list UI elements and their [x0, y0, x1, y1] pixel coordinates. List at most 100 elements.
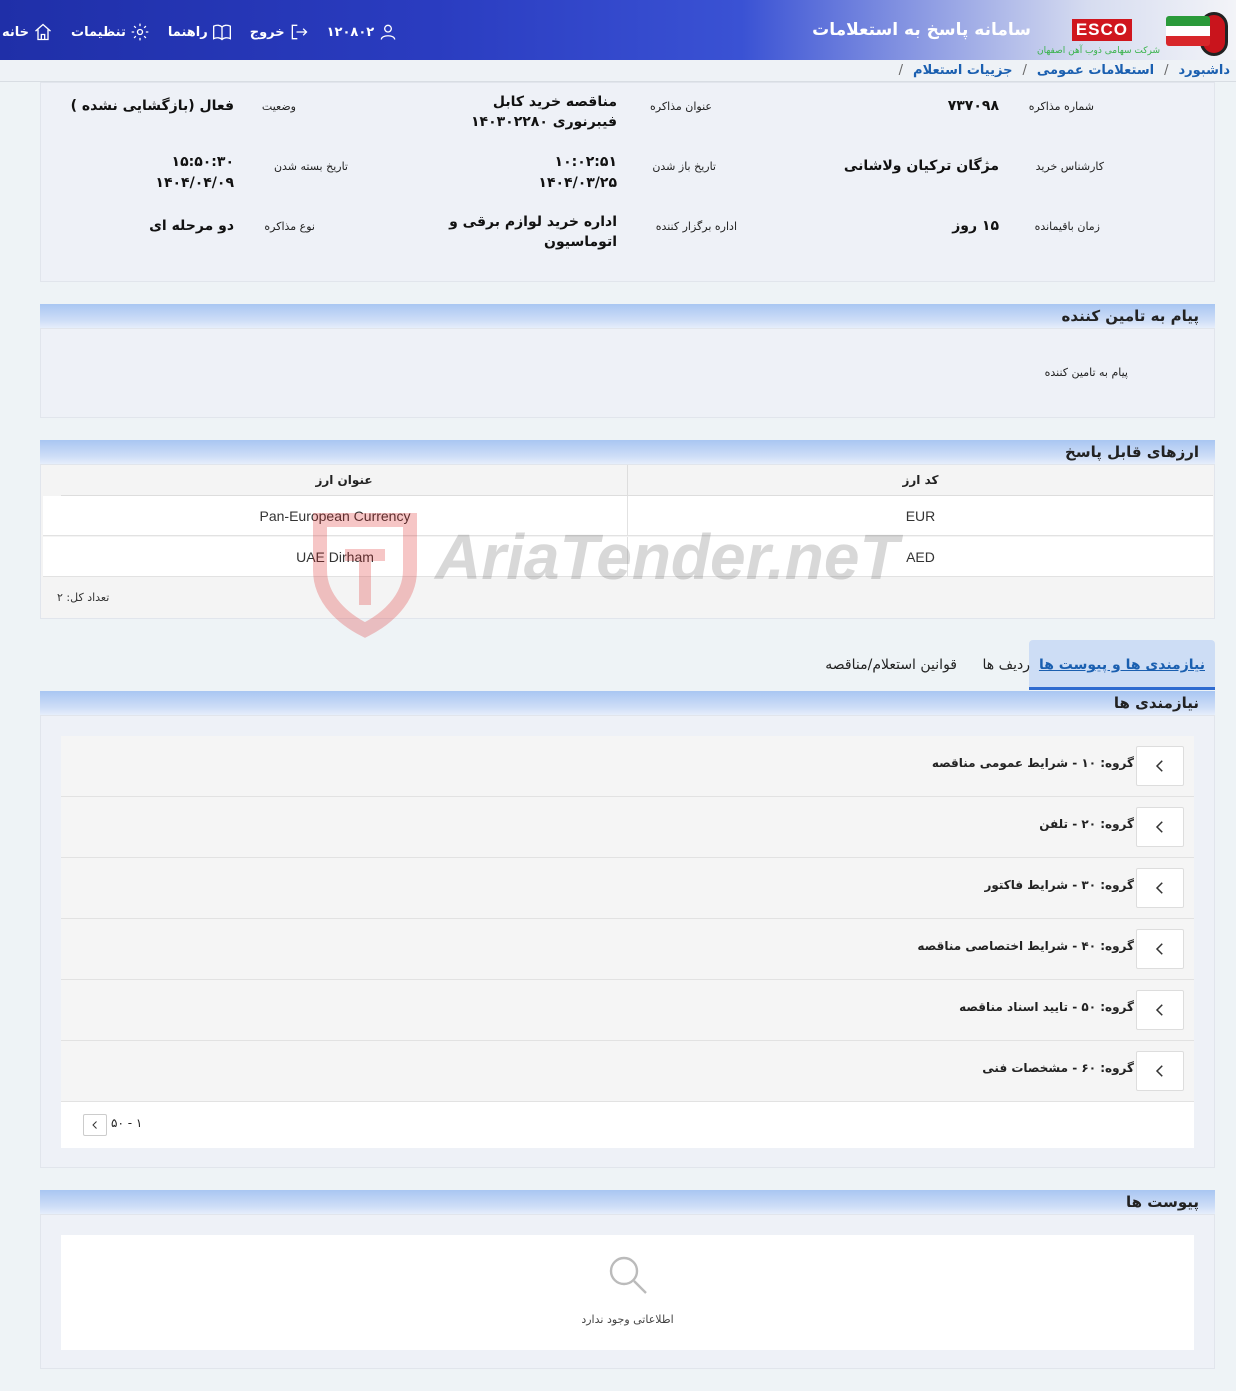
needs-section-title: نیازمندی ها [40, 691, 1215, 715]
group-label: گروه: ۴۰ - شرایط اختصاصی مناقصه [917, 939, 1134, 953]
group-label: گروه: ۶۰ - مشخصات فنی [982, 1061, 1134, 1075]
chevron-left-icon [1155, 882, 1163, 894]
tab-needs-attachments[interactable]: نیازمندی ها و پیوست ها [1028, 640, 1215, 690]
status-badge: فعال (بازگشایی نشده ) [70, 98, 234, 114]
user-icon [380, 24, 396, 40]
chevron-left-icon [1155, 1004, 1163, 1016]
system-title: سامانه پاسخ به استعلامات [812, 20, 1031, 40]
title-label: عنوان مذاکره [650, 100, 712, 113]
attachments-empty-state: اطلاعاتی وجود ندارد [61, 1235, 1194, 1350]
pager-next-button[interactable] [83, 1114, 107, 1136]
tab-rows[interactable]: ردیف ها [983, 640, 1030, 690]
list-item[interactable]: گروه: ۶۰ - مشخصات فنی [61, 1041, 1194, 1102]
nav-guide-label: راهنما [167, 24, 208, 40]
brand-subtitle: شرکت سهامی ذوب آهن اصفهان [1037, 46, 1160, 56]
breadcrumb-separator: / [1164, 63, 1169, 78]
negotiation-type: دو مرحله ای [149, 218, 234, 234]
buyer: مژگان ترکیان ولاشانی [843, 158, 999, 174]
needs-panel: گروه: ۱۰ - شرایط عمومی مناقصه گروه: ۲۰ -… [40, 715, 1215, 1168]
organizer-label: اداره برگزار کننده [655, 220, 737, 233]
currencies-panel: کد ارز عنوان ارز EUR Pan-European Curren… [40, 464, 1215, 619]
pager-range: ۱ - ۵۰ [111, 1116, 143, 1130]
home-icon [35, 23, 51, 41]
currency-code: AED [906, 549, 935, 565]
user-id: ۱۲۰۸۰۲ [326, 24, 375, 40]
breadcrumb: داشبورد / استعلامات عمومی / جزییات استعل… [0, 60, 1236, 82]
group-label: گروه: ۵۰ - تایید اسناد مناقصه [959, 1000, 1134, 1014]
close-date: ۱۴۰۴/۰۴/۰۹ [155, 175, 234, 191]
top-bar: ESCO شرکت سهامی ذوب آهن اصفهان سامانه پا… [0, 0, 1236, 60]
list-item[interactable]: گروه: ۴۰ - شرایط اختصاصی مناقصه [61, 919, 1194, 980]
breadcrumb-separator: / [1022, 63, 1027, 78]
col-header-code[interactable]: کد ارز [628, 465, 1213, 495]
nav-user[interactable]: ۱۲۰۸۰۲ [327, 22, 399, 42]
list-item[interactable]: گروه: ۲۰ - تلفن [61, 797, 1194, 858]
tab-rules[interactable]: قوانین استعلام/مناقصه [825, 640, 957, 690]
currency-code: EUR [905, 508, 936, 524]
open-date: ۱۴۰۴/۰۳/۲۵ [538, 175, 617, 191]
close-date-label: تاریخ بسته شدن [273, 160, 348, 173]
total-count: تعداد کل: ۲ [57, 591, 110, 604]
chevron-left-icon [92, 1121, 97, 1129]
nav-logout-label: خروج [249, 24, 285, 40]
table-row[interactable]: AED UAE Dirham [43, 537, 1213, 577]
list-item[interactable]: گروه: ۱۰ - شرایط عمومی مناقصه [61, 736, 1194, 797]
negotiation-number-label: شماره مذاکره [1028, 100, 1094, 113]
col-header-name[interactable]: عنوان ارز [61, 465, 628, 495]
open-time: ۱۰:۰۲:۵۱ [554, 154, 617, 170]
brand-short: ESCO [1071, 19, 1132, 41]
buyer-label: کارشناس خرید [1035, 160, 1104, 173]
group-label: گروه: ۲۰ - تلفن [1039, 817, 1134, 831]
search-icon [606, 1253, 650, 1297]
remaining-time: ۱۵ روز [952, 218, 999, 234]
empty-message: اطلاعاتی وجود ندارد [581, 1313, 674, 1326]
nav-home-label: خانه [2, 24, 30, 40]
expand-button[interactable] [1136, 1051, 1184, 1091]
breadcrumb-dashboard[interactable]: داشبورد [1178, 63, 1230, 78]
currency-name: UAE Dirham [43, 537, 628, 576]
breadcrumb-separator: / [898, 63, 904, 78]
chevron-left-icon [1155, 760, 1163, 772]
pager: ۱ - ۵۰ [61, 1102, 1194, 1148]
expand-button[interactable] [1136, 807, 1184, 847]
organizer: اداره خرید لوازم برقی و اتوماسیون [449, 214, 617, 250]
expand-button[interactable] [1136, 746, 1184, 786]
remaining-label: زمان باقیمانده [1034, 220, 1100, 233]
nav-settings[interactable]: تنظیمات [71, 22, 150, 42]
open-date-label: تاریخ باز شدن [652, 160, 716, 173]
negotiation-title: مناقصه خرید کابل فیبرنوری ۱۴۰۳۰۲۲۸۰ [470, 94, 617, 130]
list-item[interactable]: گروه: ۵۰ - تایید اسناد مناقصه [61, 980, 1194, 1041]
breadcrumb-inquiry-details[interactable]: جزییات استعلام [913, 63, 1012, 78]
gear-icon [131, 23, 149, 41]
chevron-left-icon [1155, 943, 1163, 955]
chevron-left-icon [1155, 1065, 1163, 1077]
nav-settings-label: تنظیمات [71, 24, 126, 40]
nav-guide[interactable]: راهنما [168, 22, 232, 42]
expand-button[interactable] [1136, 868, 1184, 908]
nav-logout[interactable]: خروج [250, 22, 309, 42]
message-section-title: پیام به تامین کننده [40, 304, 1215, 328]
inquiry-info-panel: شماره مذاکره ۷۳۷۰۹۸ کارشناس خرید مژگان ت… [40, 82, 1215, 282]
iran-flag-icon [1166, 16, 1210, 46]
chevron-left-icon [1155, 821, 1163, 833]
table-header: کد ارز عنوان ارز [61, 465, 1213, 496]
expand-button[interactable] [1136, 929, 1184, 969]
message-panel: پیام به تامین کننده [40, 328, 1215, 418]
group-label: گروه: ۱۰ - شرایط عمومی مناقصه [931, 756, 1134, 770]
nav-home[interactable]: خانه [2, 22, 53, 42]
status-label: وضعیت [261, 100, 296, 113]
tab-bar: نیازمندی ها و پیوست ها ردیف ها قوانین اس… [40, 640, 1215, 690]
book-icon [212, 24, 231, 41]
expand-button[interactable] [1136, 990, 1184, 1030]
type-label: نوع مذاکره [264, 220, 315, 233]
top-nav: خانه تنظیمات راهنما خروج ۱۲۰۸۰۲ [0, 22, 398, 42]
currency-name: Pan-European Currency [43, 496, 628, 535]
currencies-section-title: ارزهای قابل پاسخ [40, 440, 1215, 464]
negotiation-number: ۷۳۷۰۹۸ [947, 98, 999, 114]
table-row[interactable]: EUR Pan-European Currency [43, 496, 1213, 536]
logout-icon [291, 24, 308, 40]
message-label: پیام به تامین کننده [1044, 366, 1128, 379]
list-item[interactable]: گروه: ۳۰ - شرایط فاکتور [61, 858, 1194, 919]
breadcrumb-public-inquiries[interactable]: استعلامات عمومی [1037, 63, 1154, 78]
group-label: گروه: ۳۰ - شرایط فاکتور [984, 878, 1134, 892]
